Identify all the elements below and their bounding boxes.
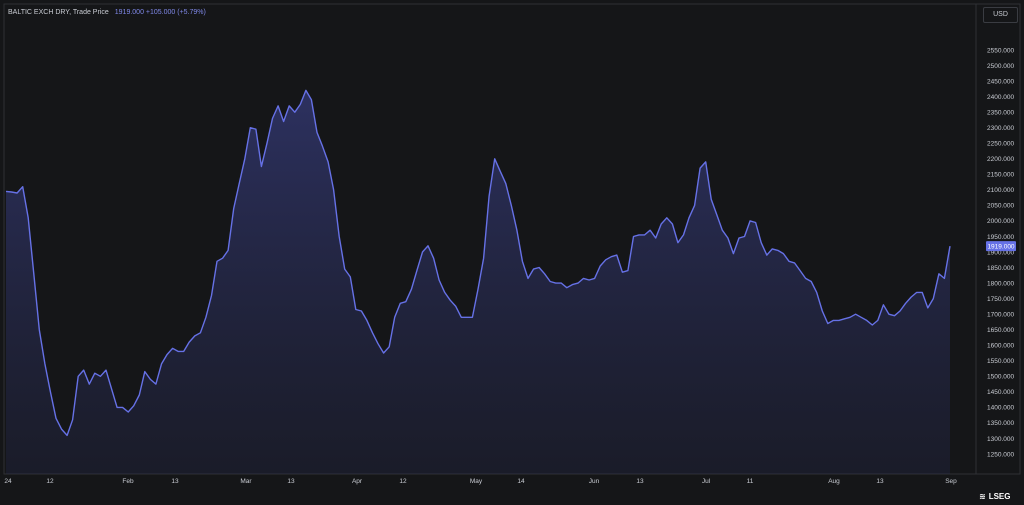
y-tick-label: 1250.000 bbox=[987, 451, 1014, 458]
x-tick-label: 13 bbox=[876, 478, 884, 485]
y-tick-label: 2550.000 bbox=[987, 47, 1014, 54]
y-tick-label: 1550.000 bbox=[987, 358, 1014, 365]
y-tick-label: 2450.000 bbox=[987, 78, 1014, 85]
price-chart[interactable]: 1250.000 1300.000 1350.000 1400.000 1450.000… bbox=[0, 0, 1024, 505]
x-axis-ticks: 24 12 Feb 13 Mar 13 Apr 12 May 14 Jun 13 Jul 11 Aug 13 S… bbox=[4, 478, 957, 485]
y-tick-label: 1400.000 bbox=[987, 405, 1014, 412]
y-tick-label: 2500.000 bbox=[987, 63, 1014, 70]
x-tick-label: 13 bbox=[171, 478, 179, 485]
lseg-logo-icon: ≋ bbox=[979, 492, 986, 501]
y-tick-label: 1650.000 bbox=[987, 327, 1014, 334]
x-tick-label: Aug bbox=[828, 478, 840, 485]
y-tick-label: 1850.000 bbox=[987, 265, 1014, 272]
y-tick-label: 2350.000 bbox=[987, 110, 1014, 117]
x-tick-label: 24 bbox=[4, 478, 12, 485]
x-tick-label: 14 bbox=[517, 478, 525, 485]
x-tick-label: Feb bbox=[122, 478, 134, 485]
chart-frame: 1250.000 1300.000 1350.000 1400.000 1450.000… bbox=[0, 0, 1024, 505]
x-tick-label: 12 bbox=[46, 478, 54, 485]
y-tick-label: 2100.000 bbox=[987, 187, 1014, 194]
currency-button[interactable]: USD bbox=[983, 7, 1018, 23]
y-tick-label: 1450.000 bbox=[987, 389, 1014, 396]
price-change: 1919.000 +105.000 (+5.79%) bbox=[114, 9, 206, 16]
y-tick-label: 2300.000 bbox=[987, 125, 1014, 132]
last-price-tag-label: 1919.000 bbox=[987, 243, 1014, 250]
y-tick-label: 2050.000 bbox=[987, 203, 1014, 210]
instrument-name: BALTIC EXCH DRY, Trade Price bbox=[8, 9, 109, 16]
y-tick-label: 2150.000 bbox=[987, 172, 1014, 179]
lseg-logo-text: LSEG bbox=[988, 492, 1011, 501]
lseg-logo: ≋ LSEG bbox=[979, 492, 1010, 501]
x-tick-label: 13 bbox=[636, 478, 644, 485]
chart-header: BALTIC EXCH DRY, Trade Price 1919.000 +10… bbox=[8, 9, 206, 16]
y-tick-label: 2000.000 bbox=[987, 218, 1014, 225]
x-tick-label: Mar bbox=[240, 478, 252, 485]
x-tick-label: 13 bbox=[287, 478, 295, 485]
last-price-tag: 1919.000 bbox=[986, 241, 1016, 252]
x-tick-label: Apr bbox=[352, 478, 363, 485]
y-tick-label: 1750.000 bbox=[987, 296, 1014, 303]
x-tick-label: Jun bbox=[589, 478, 600, 485]
y-tick-label: 1500.000 bbox=[987, 374, 1014, 381]
y-tick-label: 1350.000 bbox=[987, 420, 1014, 427]
y-tick-label: 1700.000 bbox=[987, 312, 1014, 319]
y-tick-label: 1950.000 bbox=[987, 234, 1014, 241]
y-tick-label: 1800.000 bbox=[987, 280, 1014, 287]
y-tick-label: 2200.000 bbox=[987, 156, 1014, 163]
x-tick-label: Sep bbox=[945, 478, 957, 485]
x-tick-label: Jul bbox=[702, 478, 711, 485]
y-tick-label: 2250.000 bbox=[987, 141, 1014, 148]
y-tick-label: 1600.000 bbox=[987, 343, 1014, 350]
x-tick-label: May bbox=[470, 478, 483, 485]
y-tick-label: 2400.000 bbox=[987, 94, 1014, 101]
x-tick-label: 12 bbox=[399, 478, 407, 485]
y-tick-label: 1300.000 bbox=[987, 436, 1014, 443]
x-tick-label: 11 bbox=[747, 478, 754, 485]
